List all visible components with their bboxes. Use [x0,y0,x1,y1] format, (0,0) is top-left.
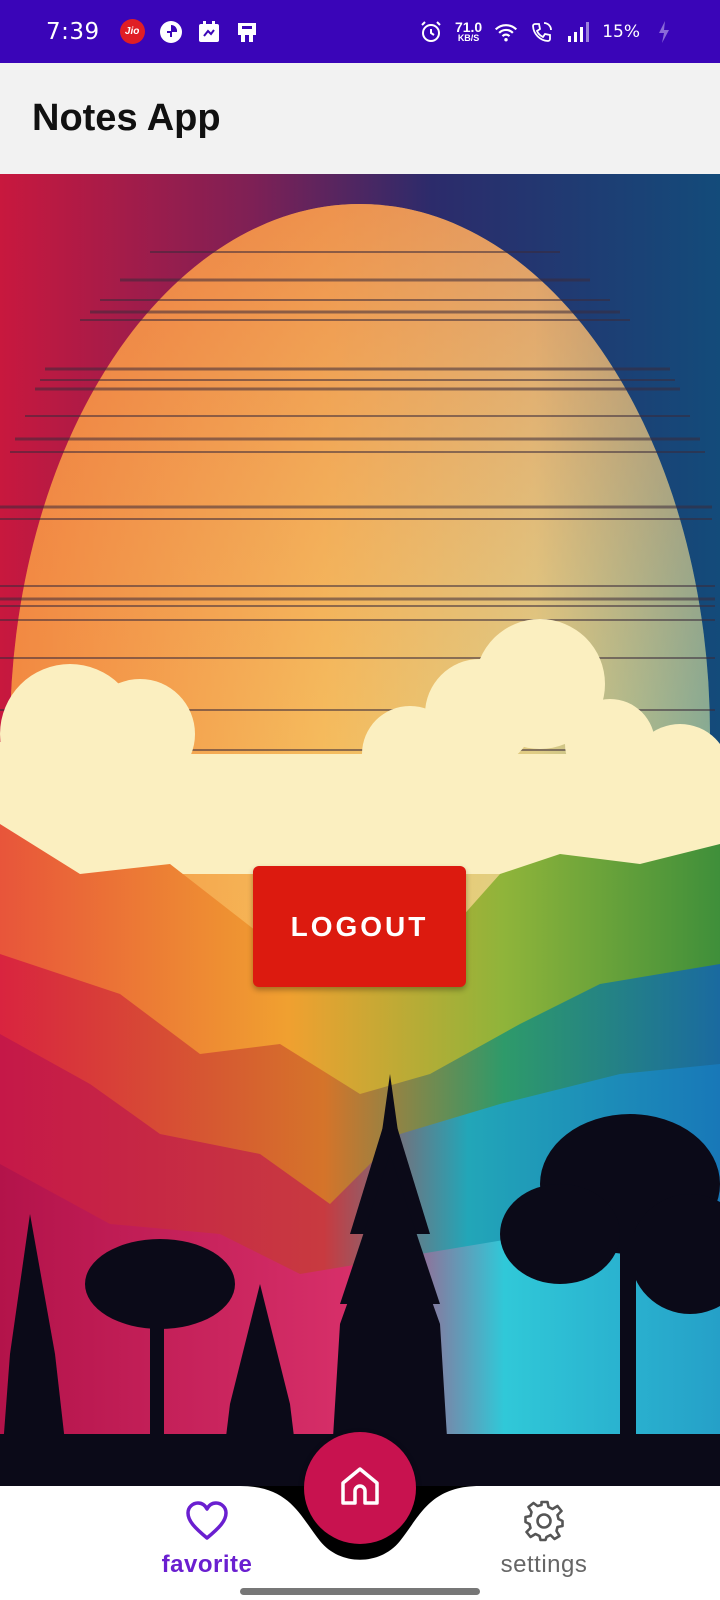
background-illustration: LOGOUT [0,174,720,1486]
jio-app-icon: Jio [119,19,145,44]
speed-unit: KB/S [457,33,480,43]
home-fab-button[interactable] [304,1432,416,1544]
network-speed: 71.0 KB/S [455,20,482,43]
alarm-icon [419,20,443,44]
status-time: 7:39 [46,18,100,45]
app-title: Notes App [32,97,221,139]
gear-icon [523,1500,565,1547]
heart-icon [185,1500,229,1547]
nav-item-favorite[interactable]: favorite [137,1500,277,1592]
wifi-icon [494,20,518,44]
status-bar: 7:39 Jio 71.0 KB/S 15% [0,0,720,63]
speed-value: 71.0 [454,19,483,35]
battery-percent: 15% [602,21,640,42]
logout-button[interactable]: LOGOUT [253,866,466,987]
charging-bolt-icon [652,20,676,44]
home-indicator-bar[interactable] [240,1588,480,1595]
nav-label-settings: settings [500,1551,588,1578]
landscape-artwork [0,204,720,1486]
status-left: 7:39 Jio [46,19,259,45]
home-icon [337,1463,383,1514]
signal-icon [566,20,590,44]
app-bar: Notes App [0,63,720,174]
wifi-calling-icon [530,20,554,44]
nav-item-settings[interactable]: settings [474,1500,614,1592]
store-app-icon [235,20,259,44]
pinwheel-icon [159,20,183,44]
status-right: 71.0 KB/S 15% [419,20,676,44]
nav-label-favorite: favorite [161,1551,253,1578]
calendar-app-icon [197,20,221,44]
